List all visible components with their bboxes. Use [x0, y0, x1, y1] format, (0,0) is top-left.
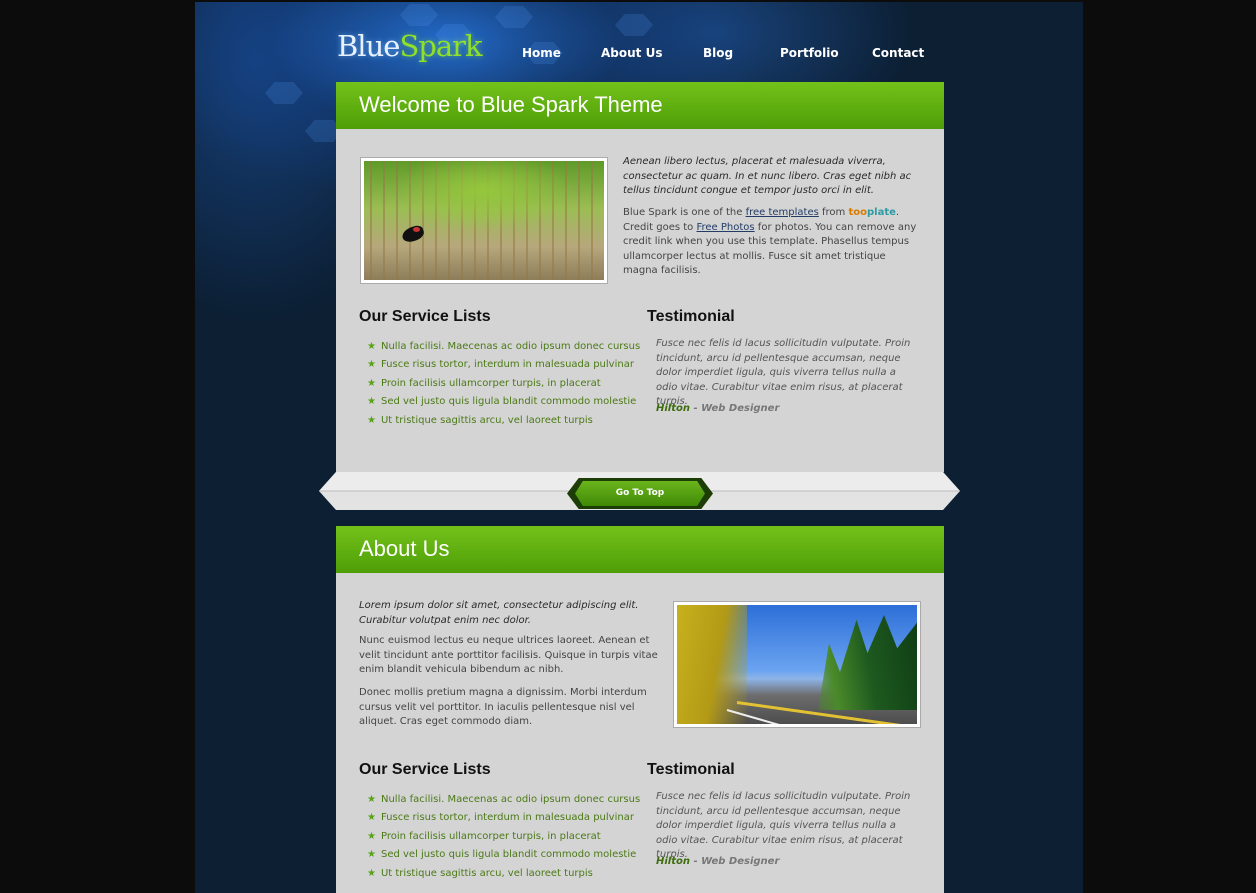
star-icon: ★ — [367, 830, 376, 842]
testimonial-heading: Testimonial — [647, 308, 735, 325]
service-item-label: Proin facilisis ullamcorper turpis, in p… — [380, 377, 601, 389]
testimonial-text: Fusce nec felis id lacus sollicitudin vu… — [656, 338, 911, 407]
about-image-frame — [673, 601, 921, 728]
welcome-title: Welcome to Blue Spark Theme — [336, 82, 944, 129]
service-item[interactable]: ★ Nulla facilisi. Maecenas ac odio ipsum … — [367, 791, 640, 809]
nav-portfolio[interactable]: Portfolio — [780, 46, 839, 60]
star-icon: ★ — [367, 414, 376, 426]
go-to-top-button[interactable]: Go To Top — [575, 481, 705, 506]
service-item-label: Nulla facilisi. Maecenas ac odio ipsum d… — [380, 341, 641, 352]
star-icon: ★ — [367, 359, 376, 371]
author-role: - Web Designer — [690, 403, 780, 414]
service-item[interactable]: ★ Sed vel justo quis ligula blandit commo… — [367, 393, 640, 411]
services-heading: Our Service Lists — [359, 761, 491, 778]
author-name: Hilton — [656, 856, 690, 867]
about-paragraph-1: Nunc euismod lectus eu neque ultrices la… — [359, 635, 658, 675]
welcome-section: Welcome to Blue Spark Theme Aenean liber… — [336, 82, 944, 472]
star-icon: ★ — [367, 377, 376, 389]
service-item[interactable]: ★ Sed vel justo quis ligula blandit commo… — [367, 846, 640, 864]
trees-left — [677, 605, 747, 724]
bird-photo — [364, 161, 604, 280]
service-item-label: Sed vel justo quis ligula blandit commod… — [380, 849, 637, 861]
tooplate-brand-a[interactable]: too — [848, 207, 867, 218]
nav-home[interactable]: Home — [522, 46, 561, 60]
service-item-label: Fusce risus tortor, interdum in malesuad… — [380, 812, 634, 824]
intro-text: Blue Spark is one of the — [623, 207, 746, 218]
welcome-image-frame — [360, 157, 608, 284]
star-icon: ★ — [367, 812, 376, 824]
service-item[interactable]: ★ Nulla facilisi. Maecenas ac odio ipsum … — [367, 338, 640, 356]
star-icon: ★ — [367, 794, 376, 805]
bird-wing-patch — [413, 227, 420, 232]
service-item-label: Proin facilisis ullamcorper turpis, in p… — [380, 830, 601, 842]
service-item[interactable]: ★ Ut tristique sagittis arcu, vel laoreet… — [367, 865, 640, 883]
author-role: - Web Designer — [690, 856, 780, 867]
free-photos-link[interactable]: Free Photos — [696, 222, 754, 233]
free-templates-link[interactable]: free templates — [746, 207, 819, 218]
service-item-label: Fusce risus tortor, interdum in malesuad… — [380, 359, 634, 371]
service-item-label: Ut tristique sagittis arcu, vel laoreet … — [380, 867, 593, 879]
tooplate-brand-b[interactable]: plate — [867, 207, 896, 218]
testimonial-author: Hilton - Web Designer — [656, 856, 779, 867]
services-heading: Our Service Lists — [359, 308, 491, 325]
main-nav: Home About Us Blog Portfolio Contact — [195, 46, 1083, 66]
service-item[interactable]: ★ Proin facilisis ullamcorper turpis, in … — [367, 828, 640, 846]
about-title: About Us — [336, 526, 944, 573]
about-intro-emphasis: Lorem ipsum dolor sit amet, consectetur … — [359, 600, 639, 626]
service-item[interactable]: ★ Ut tristique sagittis arcu, vel laoreet… — [367, 412, 640, 430]
nav-about-us[interactable]: About Us — [601, 46, 662, 60]
service-item[interactable]: ★ Fusce risus tortor, interdum in malesua… — [367, 809, 640, 827]
star-icon: ★ — [367, 341, 376, 352]
welcome-intro-emphasis: Aenean libero lectus, placerat et malesu… — [623, 156, 912, 196]
nav-blog[interactable]: Blog — [703, 46, 733, 60]
about-section: About Us Lorem ipsum dolor sit amet, con… — [336, 526, 944, 893]
service-list: ★ Nulla facilisi. Maecenas ac odio ipsum … — [367, 791, 640, 883]
about-paragraph-2: Donec mollis pretium magna a dignissim. … — [359, 687, 647, 727]
service-item[interactable]: ★ Fusce risus tortor, interdum in malesua… — [367, 356, 640, 374]
testimonial-heading: Testimonial — [647, 761, 735, 778]
intro-text: from — [818, 207, 849, 218]
star-icon: ★ — [367, 867, 376, 879]
welcome-intro-paragraph: Blue Spark is one of the free templates … — [623, 206, 923, 279]
service-item-label: Sed vel justo quis ligula blandit commod… — [380, 396, 637, 408]
service-item[interactable]: ★ Proin facilisis ullamcorper turpis, in … — [367, 375, 640, 393]
page-container: BlueSpark Home About Us Blog Portfolio C… — [195, 2, 1083, 893]
author-name: Hilton — [656, 403, 690, 414]
testimonial-author: Hilton - Web Designer — [656, 403, 779, 414]
service-item-label: Nulla facilisi. Maecenas ac odio ipsum d… — [380, 794, 641, 805]
star-icon: ★ — [367, 396, 376, 408]
star-icon: ★ — [367, 849, 376, 861]
service-item-label: Ut tristique sagittis arcu, vel laoreet … — [380, 414, 593, 426]
service-list: ★ Nulla facilisi. Maecenas ac odio ipsum … — [367, 338, 640, 430]
road-photo — [677, 605, 917, 724]
nav-contact[interactable]: Contact — [872, 46, 924, 60]
testimonial-text: Fusce nec felis id lacus sollicitudin vu… — [656, 791, 911, 860]
trees-right — [818, 615, 917, 710]
